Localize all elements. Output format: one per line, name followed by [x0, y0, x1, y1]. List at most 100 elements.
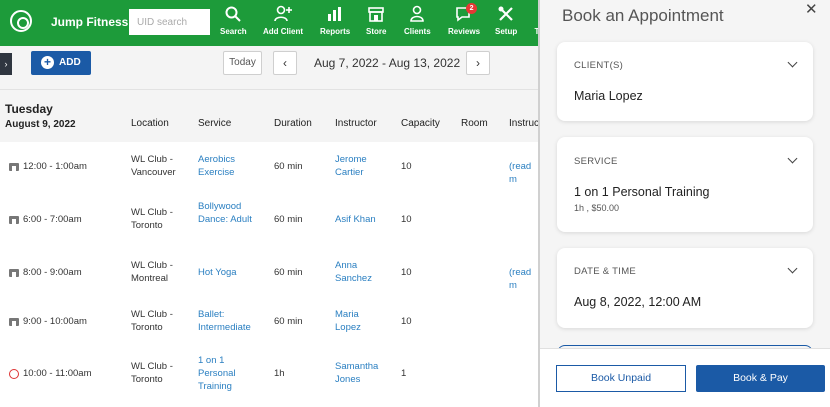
clock-icon: [9, 368, 19, 379]
class-duration: 1h: [274, 368, 285, 379]
column-header-service[interactable]: Service: [198, 118, 231, 129]
prev-week-button[interactable]: ‹: [273, 51, 297, 75]
class-service-link[interactable]: Ballet: Intermediate: [198, 308, 258, 334]
class-service-link[interactable]: Hot Yoga: [198, 266, 258, 279]
table-row[interactable]: 9:00 - 10:00am WL Club - Toronto Ballet:…: [0, 297, 540, 348]
book-and-pay-button[interactable]: Book & Pay: [696, 365, 825, 392]
search-icon: [224, 5, 242, 23]
class-duration: 60 min: [274, 267, 303, 278]
class-location: WL Club - Vancouver: [131, 154, 176, 178]
nav-reviews[interactable]: 2 Reviews: [448, 3, 481, 36]
datetime-card[interactable]: DATE & TIME Aug 8, 2022, 12:00 AM: [557, 248, 813, 328]
read-more-link[interactable]: (read m: [509, 266, 540, 292]
class-time: 8:00 - 9:00am: [9, 266, 82, 279]
datetime-value: Aug 8, 2022, 12:00 AM: [574, 295, 702, 309]
class-duration: 60 min: [274, 161, 303, 172]
class-capacity: 10: [401, 316, 412, 327]
class-time: 12:00 - 1:00am: [9, 160, 87, 173]
logo-icon[interactable]: [10, 10, 32, 32]
nav-store[interactable]: Store: [366, 5, 386, 36]
table-row[interactable]: 8:00 - 9:00am WL Club - Montreal Hot Yog…: [0, 248, 540, 299]
client-label: CLIENT(S): [574, 60, 624, 71]
column-header-duration[interactable]: Duration: [274, 118, 312, 129]
class-location: WL Club - Toronto: [131, 361, 173, 385]
panel-title: Book an Appointment: [562, 6, 724, 25]
class-time: 6:00 - 7:00am: [9, 213, 82, 226]
book-appointment-panel: Book an Appointment ✕ CLIENT(S) Maria Lo…: [540, 0, 830, 407]
class-instructor-link[interactable]: Anna Sanchez: [335, 259, 385, 285]
read-more-link[interactable]: (read m: [509, 160, 540, 186]
plus-icon: +: [41, 56, 54, 69]
class-time: 10:00 - 11:00am: [9, 367, 91, 380]
table-row[interactable]: 10:00 - 11:00am WL Club - Toronto 1 on 1…: [0, 349, 540, 407]
class-capacity: 1: [401, 368, 407, 379]
class-instructor-link[interactable]: Jerome Cartier: [335, 153, 385, 179]
nav-add-client[interactable]: Add Client: [263, 5, 303, 36]
class-instructor-link[interactable]: Samantha Jones: [335, 360, 385, 386]
column-header-instructor-notes[interactable]: Instruc: [509, 118, 539, 129]
chat-icon: 2: [455, 3, 478, 23]
column-header-room[interactable]: Room: [461, 118, 488, 129]
service-duration-price: 1h , $50.00: [574, 203, 620, 213]
class-icon: [9, 215, 19, 224]
nav-label: Store: [366, 27, 387, 36]
datetime-label: DATE & TIME: [574, 266, 637, 277]
nav-search[interactable]: Search: [220, 5, 247, 36]
class-capacity: 10: [401, 161, 412, 172]
class-icon: [9, 268, 19, 277]
class-instructor-link[interactable]: Asif Khan: [335, 213, 385, 226]
nav-label: Reports: [320, 27, 351, 36]
class-instructor-link[interactable]: Maria Lopez: [335, 308, 385, 334]
nav-label: Search: [220, 27, 247, 36]
add-user-icon: [274, 5, 292, 23]
client-card[interactable]: CLIENT(S) Maria Lopez: [557, 42, 813, 121]
chevron-down-icon[interactable]: [787, 57, 798, 68]
chevron-down-icon[interactable]: [787, 153, 798, 164]
table-row[interactable]: 6:00 - 7:00am WL Club - Toronto Bollywoo…: [0, 195, 540, 246]
date-range-label: Aug 7, 2022 - Aug 13, 2022: [314, 56, 461, 70]
class-service-link[interactable]: 1 on 1 Personal Training: [198, 354, 248, 393]
service-name: 1 on 1 Personal Training: [574, 185, 710, 199]
sidebar-toggle-button[interactable]: ›: [0, 53, 12, 75]
class-location: WL Club - Montreal: [131, 260, 173, 284]
class-duration: 60 min: [274, 316, 303, 327]
tools-icon: [497, 5, 515, 23]
column-header-capacity[interactable]: Capacity: [401, 118, 440, 129]
chevron-down-icon[interactable]: [787, 263, 798, 274]
class-capacity: 10: [401, 267, 412, 278]
brand-name: Jump Fitness: [51, 15, 129, 29]
chart-icon: [326, 5, 344, 23]
next-week-button[interactable]: ›: [466, 51, 490, 75]
today-button[interactable]: Today: [223, 51, 262, 75]
nav-label: Reviews: [448, 27, 481, 36]
nav-label: Setup: [495, 27, 518, 36]
nav-setup[interactable]: Setup: [495, 5, 517, 36]
column-header-location[interactable]: Location: [131, 118, 169, 129]
schedule-toolbar: › + ADD Today ‹ Aug 7, 2022 - Aug 13, 20…: [0, 46, 540, 90]
nav-label: Add Client: [263, 27, 303, 36]
uid-search-input[interactable]: [129, 9, 210, 35]
nav-reports[interactable]: Reports: [320, 5, 350, 36]
add-button[interactable]: + ADD: [31, 51, 91, 75]
class-icon: [9, 317, 19, 326]
service-card[interactable]: SERVICE 1 on 1 Personal Training 1h , $5…: [557, 137, 813, 232]
close-icon[interactable]: ✕: [805, 0, 818, 18]
nav-label: Clients: [404, 27, 431, 36]
class-time: 9:00 - 10:00am: [9, 315, 87, 328]
schedule-table-header: Tuesday August 9, 2022 Location Service …: [0, 90, 540, 142]
table-row[interactable]: 12:00 - 1:00am WL Club - Vancouver Aerob…: [0, 142, 540, 193]
column-header-instructor[interactable]: Instructor: [335, 118, 377, 129]
class-service-link[interactable]: Bollywood Dance: Adult: [198, 200, 253, 226]
class-service-link[interactable]: Aerobics Exercise: [198, 153, 258, 179]
user-icon: [408, 5, 426, 23]
client-name: Maria Lopez: [574, 89, 643, 103]
nav-clients[interactable]: Clients: [404, 5, 431, 36]
add-button-label: ADD: [59, 57, 81, 68]
top-nav-bar: Jump Fitness Search Add Client Reports S…: [0, 0, 540, 46]
store-icon: [367, 5, 385, 23]
class-icon: [9, 162, 19, 171]
class-duration: 60 min: [274, 214, 303, 225]
day-title: Tuesday: [5, 102, 53, 116]
service-label: SERVICE: [574, 156, 618, 167]
book-unpaid-button[interactable]: Book Unpaid: [556, 365, 686, 392]
